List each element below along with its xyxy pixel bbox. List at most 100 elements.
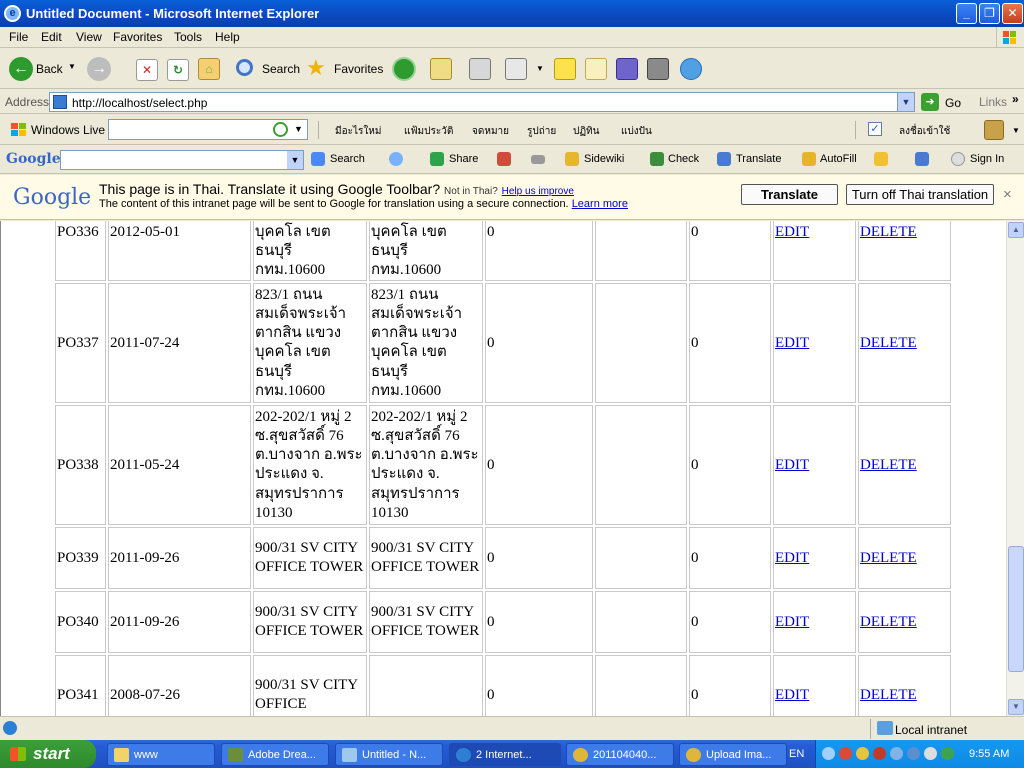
delete-link[interactable]: DELETE <box>860 550 917 566</box>
chevron-down-icon[interactable]: ▼ <box>897 93 914 111</box>
shipping-address-cell-text: 900/31 SV CITY OFFICE TOWER <box>371 604 480 640</box>
task-dreamweaver[interactable]: Adobe Drea... <box>221 743 329 766</box>
maximize-button[interactable]: ❐ <box>979 3 1000 24</box>
favorites-button[interactable]: ★ Favorites <box>306 55 386 83</box>
translate-button[interactable]: Translate <box>736 153 781 165</box>
research-icon[interactable] <box>616 58 638 80</box>
plus-icon[interactable] <box>389 152 403 166</box>
pen-icon[interactable] <box>585 58 607 80</box>
tray-icon[interactable] <box>941 747 954 760</box>
pencil-icon[interactable] <box>874 152 888 166</box>
edit-link[interactable]: EDIT <box>775 335 809 351</box>
task-www[interactable]: www <box>107 743 215 766</box>
chevron-down-icon[interactable]: ▼ <box>287 151 303 169</box>
print-icon[interactable] <box>469 58 491 80</box>
menu-edit[interactable]: Edit <box>41 30 62 44</box>
tray-icon[interactable] <box>822 747 835 760</box>
scroll-down-icon[interactable]: ▼ <box>1008 699 1024 715</box>
google-search-input[interactable]: ▼ <box>60 150 304 170</box>
edit-link[interactable]: EDIT <box>775 550 809 566</box>
delete-link[interactable]: DELETE <box>860 687 917 703</box>
people-icon[interactable] <box>680 58 702 80</box>
tray-icon[interactable] <box>856 747 869 760</box>
learn-more-link[interactable]: Learn more <box>572 198 628 210</box>
menu-help[interactable]: Help <box>215 30 240 44</box>
task-chrome-2[interactable]: Upload Ima... <box>679 743 787 766</box>
messenger-icon[interactable] <box>647 58 669 80</box>
go-button[interactable]: ➜ Go <box>921 93 973 111</box>
tools-icon[interactable] <box>984 120 1004 140</box>
tab-icon[interactable] <box>531 155 545 164</box>
minimize-button[interactable]: _ <box>956 3 977 24</box>
task-chrome-1[interactable]: 201104040... <box>566 743 674 766</box>
google-search-button[interactable]: Search <box>330 153 365 165</box>
wl-calendar[interactable]: ปฏิทิน <box>573 124 600 139</box>
address-bar: Address http://localhost/select.php ▼ ➜ … <box>0 90 1024 114</box>
scroll-up-icon[interactable]: ▲ <box>1008 222 1024 238</box>
search-button[interactable]: Search <box>234 55 300 83</box>
share-button[interactable]: Share <box>449 153 478 165</box>
tray-icon[interactable] <box>839 747 852 760</box>
chevron-right-icon[interactable]: » <box>1012 92 1019 106</box>
stop-icon[interactable]: ✕ <box>136 59 158 81</box>
edit-icon[interactable] <box>505 58 527 80</box>
edit-link[interactable]: EDIT <box>775 224 809 240</box>
wl-photos[interactable]: รูปถ่าย <box>527 124 556 139</box>
address-input[interactable]: http://localhost/select.php ▼ <box>49 92 915 112</box>
search-icon[interactable] <box>273 122 288 137</box>
close-icon[interactable]: × <box>1003 186 1012 203</box>
home-icon[interactable]: ⌂ <box>198 58 220 80</box>
delete-link[interactable]: DELETE <box>860 335 917 351</box>
wl-share[interactable]: แบ่งปัน <box>621 124 652 139</box>
note-icon[interactable] <box>554 58 576 80</box>
wl-signin[interactable]: ลงชื่อเข้าใช้ <box>899 124 950 139</box>
mail-icon[interactable] <box>430 58 452 80</box>
task-internet-explorer[interactable]: 2 Internet... <box>449 743 561 766</box>
help-improve-link[interactable]: Help us improve <box>502 186 574 197</box>
edit-link[interactable]: EDIT <box>775 687 809 703</box>
network-icon[interactable] <box>907 747 920 760</box>
chevron-down-icon[interactable]: ▼ <box>536 64 544 73</box>
history-icon[interactable] <box>392 57 416 81</box>
language-indicator[interactable]: EN <box>789 748 804 760</box>
spell-check-button[interactable]: Check <box>668 153 699 165</box>
menu-view[interactable]: View <box>76 30 102 44</box>
scroll-thumb[interactable] <box>1008 546 1024 672</box>
refresh-icon[interactable]: ↻ <box>167 59 189 81</box>
chevron-down-icon[interactable]: ▼ <box>290 120 307 139</box>
check-icon[interactable]: ✓ <box>868 122 882 136</box>
delete-link[interactable]: DELETE <box>860 614 917 630</box>
chevron-down-icon[interactable]: ▼ <box>1012 126 1020 135</box>
menu-tools[interactable]: Tools <box>174 30 202 44</box>
back-button[interactable]: ← Back ▼ <box>6 55 78 83</box>
shield-icon[interactable] <box>873 747 886 760</box>
gmail-icon[interactable] <box>497 152 511 166</box>
task-notepad[interactable]: Untitled - N... <box>335 743 443 766</box>
chevron-down-icon[interactable]: ▼ <box>68 62 76 71</box>
sidewiki-button[interactable]: Sidewiki <box>584 153 624 165</box>
links-label[interactable]: Links <box>979 95 1007 109</box>
google-sign-in-button[interactable]: Sign In <box>970 153 1004 165</box>
wl-history[interactable]: แฟ้มประวัติ <box>404 124 453 139</box>
forward-button[interactable]: → <box>87 57 111 81</box>
wl-whats-new[interactable]: มีอะไรใหม่ <box>335 124 381 139</box>
translate-page-button[interactable]: Translate <box>741 184 838 205</box>
menu-file[interactable]: File <box>9 30 28 44</box>
tray-icon[interactable] <box>924 747 937 760</box>
delete-link[interactable]: DELETE <box>860 457 917 473</box>
turn-off-translation-button[interactable]: Turn off Thai translation <box>846 184 994 205</box>
tray-icon[interactable] <box>890 747 903 760</box>
windows-live-title[interactable]: Windows Live <box>31 123 105 137</box>
autofill-button[interactable]: AutoFill <box>820 153 857 165</box>
close-button[interactable]: ✕ <box>1002 3 1023 24</box>
vertical-scrollbar[interactable]: ▲ ▼ <box>1006 221 1024 716</box>
delete-link[interactable]: DELETE <box>860 224 917 240</box>
google-logo[interactable]: Google <box>6 151 61 167</box>
wrench-icon[interactable] <box>915 152 929 166</box>
edit-link[interactable]: EDIT <box>775 457 809 473</box>
menu-favorites[interactable]: Favorites <box>113 30 162 44</box>
edit-link[interactable]: EDIT <box>775 614 809 630</box>
windows-live-search-input[interactable]: ▼ <box>108 119 308 140</box>
wl-mail[interactable]: จดหมาย <box>472 124 509 139</box>
start-button[interactable]: start <box>0 740 96 768</box>
